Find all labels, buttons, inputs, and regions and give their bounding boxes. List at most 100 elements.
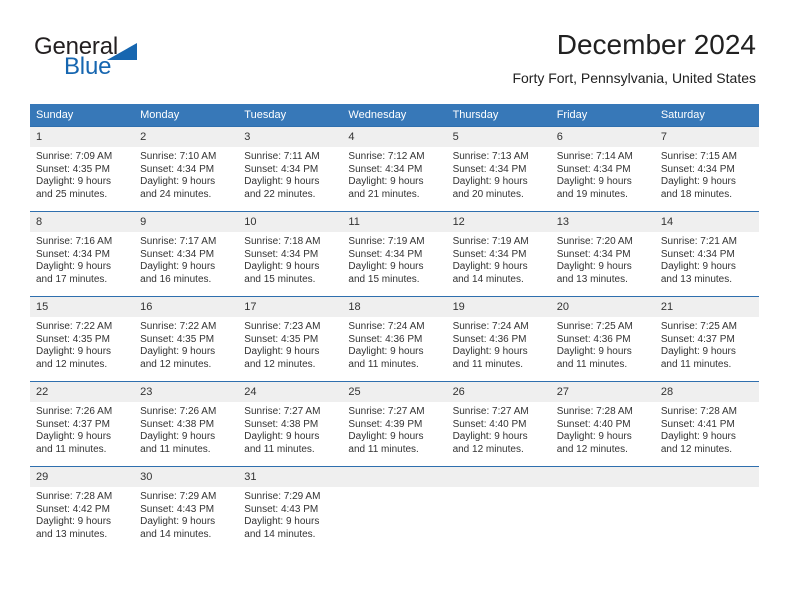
- daylight-text-line2: and 15 minutes.: [244, 273, 316, 285]
- daylight-text-line1: Daylight: 9 hours: [556, 261, 632, 273]
- day-cell[interactable]: 2 Sunrise: 7:10 AM Sunset: 4:34 PM Dayli…: [134, 126, 239, 212]
- day-cell[interactable]: 1 Sunrise: 7:09 AM Sunset: 4:35 PM Dayli…: [30, 126, 135, 212]
- day-number: 28: [654, 382, 759, 402]
- day-number: [550, 467, 655, 487]
- day-cell[interactable]: 8 Sunrise: 7:16 AM Sunset: 4:34 PM Dayli…: [30, 211, 135, 297]
- daylight-text-line1: Daylight: 9 hours: [140, 261, 216, 273]
- daylight-text-line1: Daylight: 9 hours: [244, 261, 320, 273]
- weekday-header-friday: Friday: [550, 104, 655, 127]
- day-info: Sunrise: 7:25 AM Sunset: 4:37 PM Dayligh…: [655, 317, 759, 371]
- day-cell[interactable]: 18 Sunrise: 7:24 AM Sunset: 4:36 PM Dayl…: [342, 296, 447, 382]
- calendar-week-row: 15 Sunrise: 7:22 AM Sunset: 4:35 PM Dayl…: [30, 296, 759, 382]
- sunset-text: Sunset: 4:34 PM: [36, 248, 110, 260]
- day-cell[interactable]: 30 Sunrise: 7:29 AM Sunset: 4:43 PM Dayl…: [134, 466, 239, 551]
- sunrise-text: Sunrise: 7:19 AM: [348, 236, 425, 247]
- daylight-text-line1: Daylight: 9 hours: [660, 176, 736, 188]
- daylight-text-line1: Daylight: 9 hours: [660, 346, 736, 358]
- day-cell[interactable]: 19 Sunrise: 7:24 AM Sunset: 4:36 PM Dayl…: [446, 296, 551, 382]
- day-cell[interactable]: 20 Sunrise: 7:25 AM Sunset: 4:36 PM Dayl…: [550, 296, 655, 382]
- day-info: Sunrise: 7:17 AM Sunset: 4:34 PM Dayligh…: [134, 232, 238, 286]
- sunrise-text: Sunrise: 7:11 AM: [244, 151, 320, 162]
- day-info: Sunrise: 7:10 AM Sunset: 4:34 PM Dayligh…: [134, 147, 238, 201]
- day-cell[interactable]: 6 Sunrise: 7:14 AM Sunset: 4:34 PM Dayli…: [550, 126, 655, 212]
- sunset-text: Sunset: 4:34 PM: [556, 248, 631, 260]
- day-cell[interactable]: 11 Sunrise: 7:19 AM Sunset: 4:34 PM Dayl…: [342, 211, 447, 297]
- day-cell[interactable]: 16 Sunrise: 7:22 AM Sunset: 4:35 PM Dayl…: [134, 296, 239, 382]
- day-info: [447, 487, 551, 491]
- daylight-text-line2: and 12 minutes.: [556, 443, 628, 455]
- weekday-header-wednesday: Wednesday: [342, 104, 447, 127]
- day-cell[interactable]: 29 Sunrise: 7:28 AM Sunset: 4:42 PM Dayl…: [30, 466, 135, 551]
- daylight-text-line1: Daylight: 9 hours: [36, 516, 112, 528]
- day-number: 2: [134, 127, 239, 147]
- day-cell[interactable]: 12 Sunrise: 7:19 AM Sunset: 4:34 PM Dayl…: [446, 211, 551, 297]
- sunset-text: Sunset: 4:34 PM: [244, 163, 319, 175]
- sunset-text: Sunset: 4:43 PM: [244, 503, 319, 515]
- day-cell[interactable]: 21 Sunrise: 7:25 AM Sunset: 4:37 PM Dayl…: [654, 296, 759, 382]
- day-cell-empty: [446, 466, 551, 551]
- sunset-text: Sunset: 4:36 PM: [452, 333, 527, 345]
- day-cell[interactable]: 7 Sunrise: 7:15 AM Sunset: 4:34 PM Dayli…: [654, 126, 759, 212]
- daylight-text-line1: Daylight: 9 hours: [348, 176, 424, 188]
- day-cell[interactable]: 14 Sunrise: 7:21 AM Sunset: 4:34 PM Dayl…: [654, 211, 759, 297]
- day-cell[interactable]: 13 Sunrise: 7:20 AM Sunset: 4:34 PM Dayl…: [550, 211, 655, 297]
- day-cell[interactable]: 25 Sunrise: 7:27 AM Sunset: 4:39 PM Dayl…: [342, 381, 447, 467]
- day-cell[interactable]: 17 Sunrise: 7:23 AM Sunset: 4:35 PM Dayl…: [238, 296, 343, 382]
- day-cell[interactable]: 31 Sunrise: 7:29 AM Sunset: 4:43 PM Dayl…: [238, 466, 343, 551]
- sunrise-text: Sunrise: 7:25 AM: [556, 321, 633, 332]
- day-cell[interactable]: 3 Sunrise: 7:11 AM Sunset: 4:34 PM Dayli…: [238, 126, 343, 212]
- day-info: Sunrise: 7:19 AM Sunset: 4:34 PM Dayligh…: [447, 232, 551, 286]
- day-cell[interactable]: 28 Sunrise: 7:28 AM Sunset: 4:41 PM Dayl…: [654, 381, 759, 467]
- day-cell[interactable]: 9 Sunrise: 7:17 AM Sunset: 4:34 PM Dayli…: [134, 211, 239, 297]
- sunrise-text: Sunrise: 7:19 AM: [452, 236, 529, 247]
- day-info: Sunrise: 7:15 AM Sunset: 4:34 PM Dayligh…: [655, 147, 759, 201]
- day-number: 29: [30, 467, 135, 487]
- sunset-text: Sunset: 4:34 PM: [348, 163, 423, 175]
- day-cell[interactable]: 15 Sunrise: 7:22 AM Sunset: 4:35 PM Dayl…: [30, 296, 135, 382]
- day-info: Sunrise: 7:24 AM Sunset: 4:36 PM Dayligh…: [447, 317, 551, 371]
- day-cell[interactable]: 10 Sunrise: 7:18 AM Sunset: 4:34 PM Dayl…: [238, 211, 343, 297]
- daylight-text-line1: Daylight: 9 hours: [140, 346, 216, 358]
- sunset-text: Sunset: 4:42 PM: [36, 503, 110, 515]
- day-cell-empty: [550, 466, 655, 551]
- day-number: 21: [654, 297, 759, 317]
- sunrise-text: Sunrise: 7:24 AM: [348, 321, 425, 332]
- title-block: December 2024 Forty Fort, Pennsylvania, …: [512, 28, 756, 88]
- sunrise-text: Sunrise: 7:27 AM: [348, 406, 425, 417]
- day-cell[interactable]: 22 Sunrise: 7:26 AM Sunset: 4:37 PM Dayl…: [30, 381, 135, 467]
- daylight-text-line1: Daylight: 9 hours: [244, 431, 320, 443]
- day-number: 10: [238, 212, 343, 232]
- daylight-text-line1: Daylight: 9 hours: [244, 516, 320, 528]
- daylight-text-line2: and 24 minutes.: [140, 188, 212, 200]
- day-number: 24: [238, 382, 343, 402]
- day-number: 9: [134, 212, 239, 232]
- sunrise-text: Sunrise: 7:14 AM: [556, 151, 633, 162]
- day-cell[interactable]: 5 Sunrise: 7:13 AM Sunset: 4:34 PM Dayli…: [446, 126, 551, 212]
- daylight-text-line1: Daylight: 9 hours: [36, 346, 112, 358]
- day-number: 27: [550, 382, 655, 402]
- day-cell[interactable]: 4 Sunrise: 7:12 AM Sunset: 4:34 PM Dayli…: [342, 126, 447, 212]
- daylight-text-line1: Daylight: 9 hours: [36, 176, 112, 188]
- sunrise-text: Sunrise: 7:10 AM: [140, 151, 217, 162]
- day-number: 18: [342, 297, 447, 317]
- day-info: Sunrise: 7:19 AM Sunset: 4:34 PM Dayligh…: [342, 232, 446, 286]
- day-cell[interactable]: 27 Sunrise: 7:28 AM Sunset: 4:40 PM Dayl…: [550, 381, 655, 467]
- day-cell[interactable]: 24 Sunrise: 7:27 AM Sunset: 4:38 PM Dayl…: [238, 381, 343, 467]
- calendar-week-row: 8 Sunrise: 7:16 AM Sunset: 4:34 PM Dayli…: [30, 211, 759, 297]
- day-number: 5: [446, 127, 551, 147]
- day-number: 23: [134, 382, 239, 402]
- daylight-text-line2: and 11 minutes.: [36, 443, 107, 455]
- daylight-text-line1: Daylight: 9 hours: [452, 176, 528, 188]
- day-cell[interactable]: 26 Sunrise: 7:27 AM Sunset: 4:40 PM Dayl…: [446, 381, 551, 467]
- day-number: 14: [654, 212, 759, 232]
- weekday-header-sunday: Sunday: [30, 104, 135, 127]
- daylight-text-line2: and 12 minutes.: [660, 443, 733, 455]
- day-info: Sunrise: 7:26 AM Sunset: 4:38 PM Dayligh…: [134, 402, 238, 456]
- daylight-text-line1: Daylight: 9 hours: [140, 176, 216, 188]
- sunset-text: Sunset: 4:35 PM: [140, 333, 215, 345]
- day-cell[interactable]: 23 Sunrise: 7:26 AM Sunset: 4:38 PM Dayl…: [134, 381, 239, 467]
- brand-logo[interactable]: General Blue: [34, 34, 244, 84]
- sunrise-text: Sunrise: 7:28 AM: [660, 406, 737, 417]
- sunset-text: Sunset: 4:35 PM: [244, 333, 319, 345]
- daylight-text-line2: and 22 minutes.: [244, 188, 316, 200]
